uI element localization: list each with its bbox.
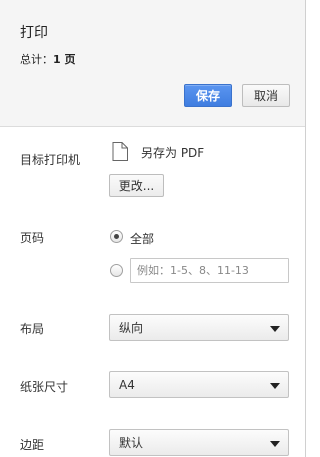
dropdown-arrow-icon — [270, 441, 280, 447]
destination-label: 目标打印机 — [20, 153, 81, 167]
destination-name: 另存为 PDF — [141, 146, 205, 160]
pages-all-radio[interactable] — [110, 230, 123, 243]
total-value: 1 页 — [53, 53, 76, 66]
margins-label: 边距 — [20, 438, 45, 452]
pages-custom-input[interactable] — [130, 258, 289, 283]
layout-value: 纵向 — [119, 321, 144, 335]
pages-custom-radio[interactable] — [110, 264, 123, 277]
paper-size-value: A4 — [119, 377, 135, 392]
dropdown-arrow-icon — [270, 383, 280, 389]
cancel-button[interactable]: 取消 — [242, 84, 290, 107]
preview-edge — [306, 0, 312, 457]
page-total: 总计：1 页 — [20, 51, 75, 67]
document-icon — [112, 142, 128, 161]
margins-select[interactable]: 默认 — [109, 429, 289, 456]
page-title: 打印 — [20, 25, 48, 41]
layout-label: 布局 — [20, 322, 45, 336]
dropdown-arrow-icon — [270, 326, 280, 332]
paper-size-select[interactable]: A4 — [109, 371, 289, 398]
pages-all-label: 全部 — [130, 232, 155, 246]
pages-label: 页码 — [20, 231, 45, 245]
save-button[interactable]: 保存 — [184, 84, 232, 107]
total-prefix: 总计： — [20, 53, 53, 66]
margins-value: 默认 — [119, 436, 144, 450]
paper-size-label: 纸张尺寸 — [20, 380, 69, 394]
layout-select[interactable]: 纵向 — [109, 314, 289, 341]
change-destination-button[interactable]: 更改... — [109, 174, 164, 197]
